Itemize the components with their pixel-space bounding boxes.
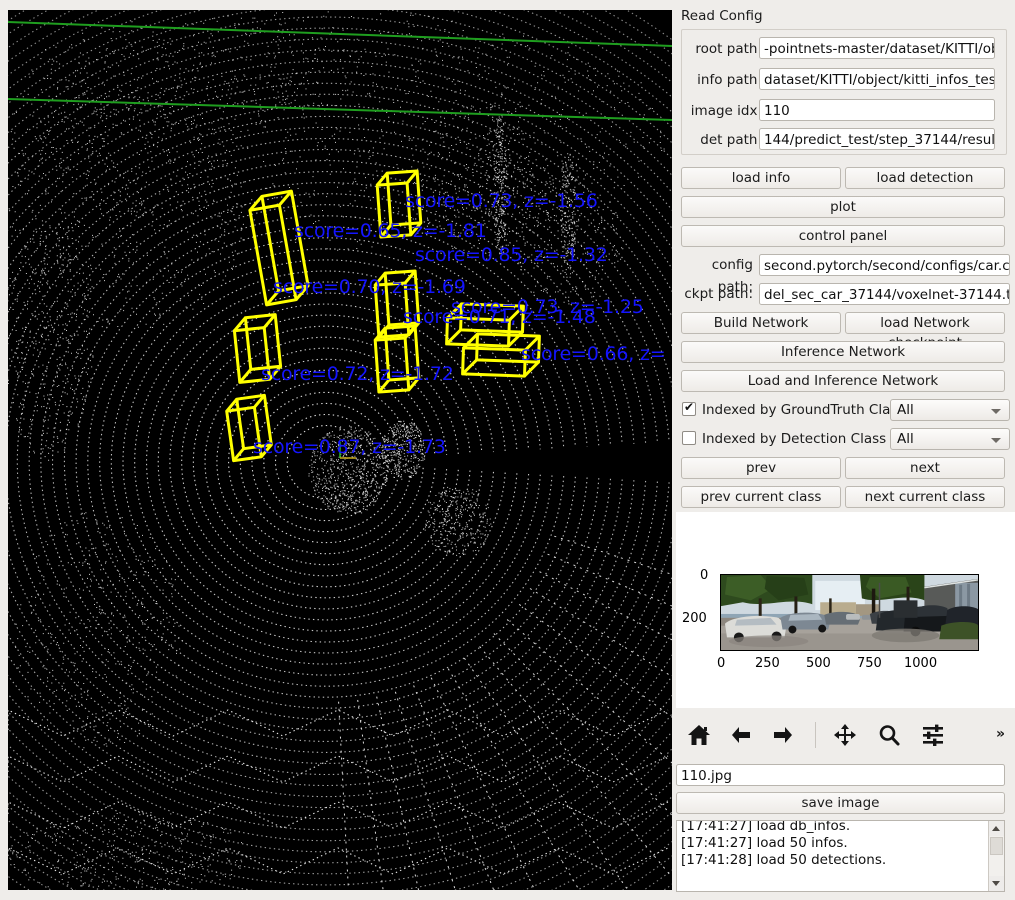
root-path-input[interactable]: -pointnets-master/dataset/KITTI/object <box>759 37 995 59</box>
log-output-panel[interactable]: [17:41:27] load db_infos. [17:41:27] loa… <box>676 820 1005 892</box>
xtick-0: 0 <box>717 656 726 671</box>
field-info-path: info path: dataset/KITTI/object/kitti_in… <box>681 68 1005 92</box>
log-text: [17:41:27] load db_infos. [17:41:27] loa… <box>681 820 887 868</box>
field-det-path: det path: 144/predict_test/step_37144/re… <box>681 128 1005 152</box>
field-ckpt-path: ckpt path: del_sec_car_37144/voxelnet-37… <box>681 283 1010 307</box>
detection-class-row: Indexed by Detection Class All <box>681 428 1010 452</box>
back-arrow-icon[interactable] <box>724 718 758 752</box>
field-root-path: root path: -pointnets-master/dataset/KIT… <box>681 37 1005 61</box>
xtick-250: 250 <box>755 656 780 671</box>
detection-class-value: All <box>897 431 914 447</box>
plot-button[interactable]: plot <box>681 196 1005 218</box>
field-image-idx: image idx: 110 <box>681 99 1005 123</box>
ytick-200: 200 <box>682 611 707 626</box>
load-network-checkpoint-button[interactable]: load Network checkpoint <box>845 312 1005 351</box>
pan-move-icon[interactable] <box>828 718 862 752</box>
root-path-label: root path: <box>695 41 762 57</box>
detection-label-8: score=0.87, z=-1.73 <box>253 436 446 458</box>
detection-label-5: score=0.71, z=-1.48 <box>403 306 596 328</box>
detection-label-6: score=0.66, z= <box>521 343 666 365</box>
info-path-label: info path: <box>697 72 762 88</box>
chevron-down-icon <box>991 438 1001 443</box>
ckpt-path-label: ckpt path: <box>684 286 753 302</box>
ytick-0: 0 <box>700 568 709 583</box>
indexed-by-groundtruth-checkbox[interactable] <box>682 400 696 416</box>
read-config-title: Read Config <box>681 8 763 24</box>
forward-arrow-icon[interactable] <box>766 718 800 752</box>
groundtruth-class-value: All <box>897 402 914 418</box>
field-config-path: config path: second.pytorch/second/confi… <box>681 254 1010 295</box>
home-icon[interactable] <box>682 718 716 752</box>
matplotlib-toolbar: » <box>676 710 1015 760</box>
camera-image-axes <box>720 574 979 651</box>
save-image-button[interactable]: save image <box>676 792 1005 814</box>
xtick-750: 750 <box>857 656 882 671</box>
image-idx-label: image idx: <box>690 103 762 119</box>
det-path-input[interactable]: 144/predict_test/step_37144/result.pkl <box>759 128 995 150</box>
scrollbar-thumb[interactable] <box>990 837 1003 855</box>
scroll-down-arrow-icon[interactable] <box>989 876 1004 891</box>
log-scrollbar[interactable] <box>988 821 1004 891</box>
next-button[interactable]: next <box>845 457 1005 479</box>
det-path-label: det path: <box>700 132 762 148</box>
config-path-input[interactable]: second.pytorch/second/configs/car.config <box>759 254 1010 276</box>
pointcloud-canvas[interactable]: score=0.73, z=-1.56 score=0.65, z=-1.81 … <box>8 10 672 890</box>
indexed-by-detection-label: Indexed by Detection Class <box>702 431 887 447</box>
configure-subplots-icon[interactable] <box>916 718 950 752</box>
indexed-by-detection-checkbox[interactable] <box>682 431 696 445</box>
inference-network-button[interactable]: Inference Network <box>681 341 1005 363</box>
detection-label-3: score=0.70, z=-1.69 <box>273 276 466 298</box>
zoom-magnifier-icon[interactable] <box>872 718 906 752</box>
load-and-inference-network-button[interactable]: Load and Inference Network <box>681 370 1005 392</box>
xtick-500: 500 <box>806 656 831 671</box>
scroll-up-arrow-icon[interactable] <box>989 821 1004 836</box>
chevron-down-icon <box>991 409 1001 414</box>
build-network-button[interactable]: Build Network <box>681 312 841 334</box>
ckpt-path-input[interactable]: del_sec_car_37144/voxelnet-37144.tckpt <box>759 283 1010 305</box>
prev-button[interactable]: prev <box>681 457 841 479</box>
groundtruth-class-select[interactable]: All <box>890 399 1010 421</box>
groundtruth-class-row: Indexed by GroundTruth Class All <box>681 399 1010 423</box>
application-window: score=0.73, z=-1.56 score=0.65, z=-1.81 … <box>0 0 1015 900</box>
indexed-by-groundtruth-label: Indexed by GroundTruth Class <box>702 402 905 418</box>
xtick-1000: 1000 <box>904 656 938 671</box>
detection-label-0: score=0.73, z=-1.56 <box>405 190 598 212</box>
image-preview-figure[interactable]: 0 200 0 250 500 750 1000 <box>676 512 1015 708</box>
prev-current-class-button[interactable]: prev current class <box>681 486 841 508</box>
image-idx-input[interactable]: 110 <box>759 99 995 121</box>
detection-label-2: score=0.85, z=-1.32 <box>415 244 608 266</box>
load-detection-button[interactable]: load detection <box>845 167 1005 189</box>
toolbar-separator <box>815 722 816 748</box>
detection-label-7: score=0.72, z=-1.72 <box>261 363 454 385</box>
info-path-input[interactable]: dataset/KITTI/object/kitti_infos_test.pk… <box>759 68 995 90</box>
control-panel-button[interactable]: control panel <box>681 225 1005 247</box>
save-filename-input[interactable]: 110.jpg <box>676 764 1005 786</box>
detection-label-1: score=0.65, z=-1.81 <box>294 220 487 242</box>
detection-class-select[interactable]: All <box>890 428 1010 450</box>
toolbar-overflow-button[interactable]: » <box>996 726 1005 742</box>
load-info-button[interactable]: load info <box>681 167 841 189</box>
next-current-class-button[interactable]: next current class <box>845 486 1005 508</box>
